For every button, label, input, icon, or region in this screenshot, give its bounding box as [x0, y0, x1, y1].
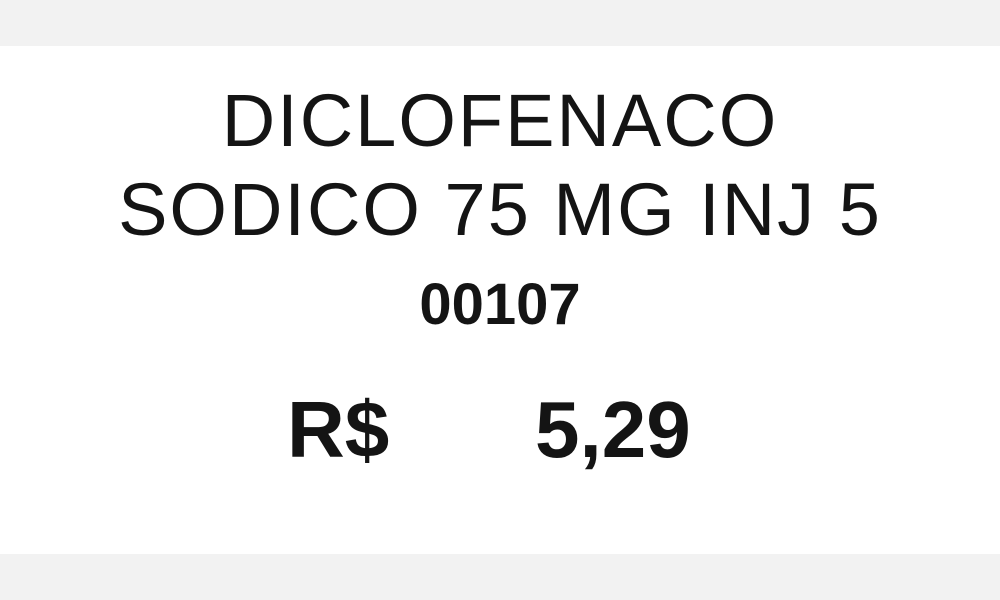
- price-label: DICLOFENACO SODICO 75 MG INJ 5 00107 R$ …: [0, 46, 1000, 554]
- product-name-line-2: SODICO 75 MG INJ 5: [118, 168, 882, 251]
- product-code: 00107: [419, 272, 581, 337]
- currency-symbol: R$: [287, 385, 390, 474]
- price-value: 5,29: [535, 385, 691, 474]
- product-name-line-1: DICLOFENACO: [221, 79, 779, 162]
